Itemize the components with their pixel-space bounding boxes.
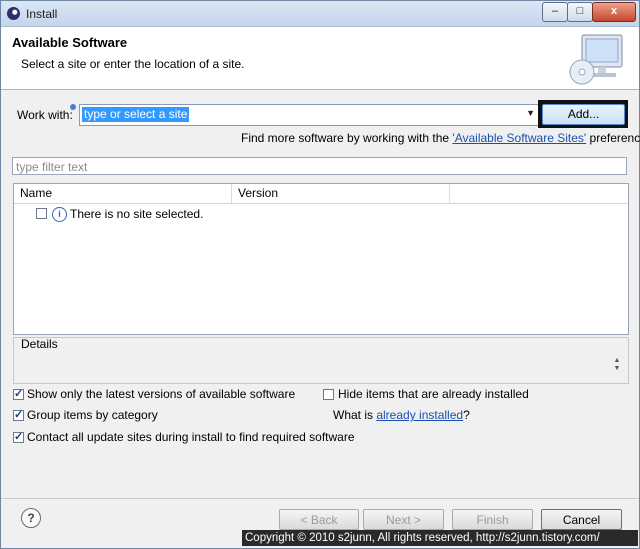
- details-label: Details: [21, 337, 58, 351]
- what-is-suffix: ?: [463, 408, 470, 422]
- info-decoration-icon: [70, 104, 76, 110]
- table-header: Name Version: [14, 184, 628, 204]
- what-is-prefix: What is: [333, 408, 377, 422]
- column-version[interactable]: Version: [232, 184, 450, 203]
- eclipse-icon: [7, 7, 20, 20]
- available-sites-link[interactable]: 'Available Software Sites': [452, 131, 586, 145]
- work-with-label: Work with:: [17, 108, 73, 122]
- group-category-checkbox[interactable]: [13, 408, 24, 421]
- back-button[interactable]: < Back: [279, 509, 359, 530]
- latest-versions-checkbox[interactable]: [13, 387, 24, 400]
- finish-button[interactable]: Finish: [452, 509, 533, 530]
- contact-sites-label: Contact all update sites during install …: [27, 430, 355, 444]
- details-group: Details: [13, 337, 629, 384]
- more-software-prefix: Find more software by working with the: [241, 131, 453, 145]
- help-icon[interactable]: ?: [21, 508, 41, 528]
- software-table: Name Version i There is no site selected…: [13, 183, 629, 335]
- already-installed-link[interactable]: already installed: [376, 408, 463, 422]
- page-subtitle: Select a site or enter the location of a…: [21, 57, 245, 71]
- contact-sites-checkbox[interactable]: [13, 430, 24, 443]
- row-name: There is no site selected.: [70, 207, 204, 221]
- cancel-button[interactable]: Cancel: [541, 509, 622, 530]
- minimize-button[interactable]: –: [542, 2, 568, 22]
- window-title: Install: [26, 7, 58, 21]
- monitor-cd-icon: [569, 34, 623, 85]
- latest-versions-label: Show only the latest versions of availab…: [27, 387, 296, 401]
- more-software-text: Find more software by working with the '…: [241, 131, 640, 145]
- more-software-suffix: preferences.: [589, 131, 640, 145]
- work-with-combo[interactable]: type or select a site ▼: [79, 104, 539, 126]
- wizard-header: Available Software Select a site or ente…: [1, 27, 639, 90]
- group-category-label: Group items by category: [27, 408, 158, 422]
- page-title: Available Software: [12, 35, 128, 50]
- title-bar: Install – □ x: [1, 1, 639, 27]
- install-window: Install – □ x Available Software Select …: [0, 0, 640, 549]
- chevron-down-icon[interactable]: ▼: [526, 108, 535, 118]
- add-site-button[interactable]: Add...: [542, 104, 625, 125]
- work-with-value: type or select a site: [82, 107, 190, 122]
- column-spacer: [450, 184, 628, 203]
- hide-installed-label: Hide items that are already installed: [338, 387, 529, 401]
- details-scroll-icon[interactable]: ▲ ▼: [611, 357, 623, 375]
- filter-input[interactable]: type filter text: [12, 157, 627, 175]
- copyright-watermark: Copyright © 2010 s2junn, All rights rese…: [242, 530, 638, 546]
- close-button[interactable]: x: [592, 2, 636, 22]
- column-name[interactable]: Name: [14, 184, 232, 203]
- maximize-button[interactable]: □: [567, 2, 593, 22]
- what-is-installed-text: What is already installed?: [333, 408, 470, 422]
- hide-installed-checkbox[interactable]: [323, 389, 334, 400]
- next-button[interactable]: Next >: [363, 509, 444, 530]
- info-icon: i: [52, 207, 67, 222]
- row-checkbox[interactable]: [36, 208, 47, 219]
